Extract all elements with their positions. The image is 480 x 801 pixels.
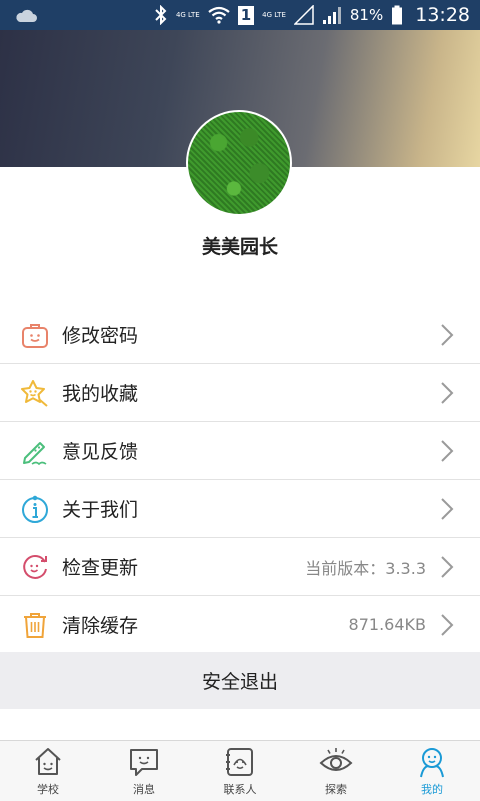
pencil-face-icon	[20, 436, 50, 466]
tab-label: 联系人	[223, 783, 257, 796]
refresh-face-icon	[20, 552, 50, 582]
bottom-tab-bar: 学校 消息 联系人 探索 我的	[0, 740, 480, 801]
menu-item-clear-cache[interactable]: 清除缓存 871.64KB	[0, 596, 480, 654]
battery-icon	[391, 5, 403, 25]
menu-item-label: 意见反馈	[62, 441, 139, 463]
info-face-icon	[20, 494, 50, 524]
menu-item-label: 我的收藏	[62, 383, 139, 405]
chat-bubble-icon	[130, 749, 158, 776]
cloud-icon	[14, 7, 38, 27]
chevron-right-icon	[441, 497, 454, 520]
network-type-label: 4G LTE	[175, 11, 200, 19]
battery-percent: 81%	[349, 6, 384, 24]
tab-school[interactable]: 学校	[0, 741, 96, 801]
menu-item-label: 关于我们	[62, 499, 139, 521]
status-bar: 4G LTE 1 4G LTE 81% 13:28	[0, 0, 480, 30]
chevron-right-icon	[441, 613, 454, 636]
cache-size-value: 871.64KB	[348, 615, 426, 634]
chevron-right-icon	[441, 439, 454, 462]
logout-button[interactable]: 安全退出	[0, 652, 480, 709]
menu-item-about-us[interactable]: 关于我们	[0, 480, 480, 538]
signal-strength-icon	[322, 5, 342, 25]
person-icon	[420, 748, 444, 778]
tab-label: 探索	[325, 783, 347, 796]
menu-item-label: 清除缓存	[62, 615, 139, 637]
tab-label: 学校	[37, 783, 59, 796]
signal-icon	[293, 5, 314, 25]
tab-label: 我的	[421, 783, 443, 796]
avatar[interactable]	[186, 110, 292, 216]
tab-me[interactable]: 我的	[384, 741, 480, 801]
current-version-value: 当前版本：3.3.3	[305, 558, 426, 578]
menu-item-feedback[interactable]: 意见反馈	[0, 422, 480, 480]
wifi-icon	[208, 6, 230, 24]
menu-item-label: 修改密码	[62, 325, 139, 347]
tab-contacts[interactable]: 联系人	[192, 741, 288, 801]
house-icon	[35, 748, 61, 775]
tab-explore[interactable]: 探索	[288, 741, 384, 801]
star-face-icon	[20, 378, 50, 408]
chevron-right-icon	[441, 555, 454, 578]
tab-label: 消息	[133, 783, 155, 796]
tab-messages[interactable]: 消息	[96, 741, 192, 801]
username: 美美园长	[201, 236, 278, 258]
menu-item-check-update[interactable]: 检查更新 当前版本：3.3.3	[0, 538, 480, 596]
menu-item-favorites[interactable]: 我的收藏	[0, 364, 480, 422]
chevron-right-icon	[441, 323, 454, 346]
settings-menu: 修改密码 我的收藏 意见反馈 关于我们 检查更新 当前版本：3.3.3 清除缓存…	[0, 306, 480, 654]
clock: 13:28	[415, 4, 470, 26]
trash-face-icon	[20, 610, 50, 640]
network-type-label-2: 4G LTE	[262, 11, 286, 19]
menu-item-change-password[interactable]: 修改密码	[0, 306, 480, 364]
contact-face-icon	[226, 748, 253, 776]
eye-icon	[319, 748, 353, 771]
chevron-right-icon	[441, 381, 454, 404]
briefcase-face-icon	[20, 320, 50, 350]
menu-item-label: 检查更新	[62, 557, 139, 579]
sim-slot-badge: 1	[237, 5, 255, 25]
bluetooth-icon	[154, 5, 168, 25]
